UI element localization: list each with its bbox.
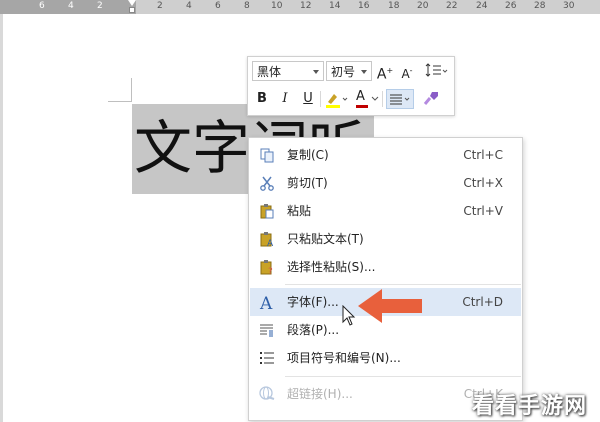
menu-item-label: 超链接(H)... [287,387,353,401]
ruler-number: 26 [505,1,517,11]
ruler-number: 14 [329,1,341,11]
site-watermark: 看看手游网 [472,394,588,419]
scissors-icon [260,176,274,191]
svg-text:?: ? [268,267,273,275]
menu-item-paste[interactable]: 粘贴 Ctrl+V [250,197,521,225]
ruler-number: 6 [39,1,45,11]
ruler-number: 6 [215,1,221,11]
ruler-number: 4 [186,1,192,11]
ruler-number: 2 [157,1,163,11]
menu-separator [285,284,521,285]
paste-text-icon: A [260,232,274,247]
grow-font-button[interactable]: A+ [376,61,394,83]
indent-marker[interactable] [128,0,136,14]
ruler-number: 28 [534,1,546,11]
menu-item-label: 选择性粘贴(S)... [287,260,376,274]
font-color-button[interactable]: A [354,87,380,108]
ruler-number: 18 [388,1,400,11]
format-painter-button[interactable] [420,89,444,109]
menu-item-paste-text-only[interactable]: A 只粘贴文本(T) [250,225,521,253]
menu-item-label: 复制(C) [287,148,329,162]
toolbar-divider [382,91,383,107]
ruler-number: 2 [97,1,103,11]
ruler-number: 10 [271,1,283,11]
shrink-font-label: A [401,67,410,81]
chevron-down-icon [313,70,319,74]
font-name-value: 黑体 [257,65,282,79]
ruler-number: 16 [358,1,370,11]
align-button[interactable] [386,89,414,109]
menu-item-label: 项目符号和编号(N)... [287,351,401,365]
margin-corner-mark [108,101,132,102]
italic-button[interactable]: I [276,89,294,109]
paste-icon [260,204,274,219]
ruler-number: 20 [417,1,429,11]
horizontal-ruler[interactable]: 6 4 2 2 4 6 8 10 12 14 16 18 20 22 24 26… [0,0,600,14]
ruler-number: 22 [446,1,458,11]
menu-item-label: 段落(P)... [287,323,340,337]
font-icon: A [259,294,273,310]
pointer-arrow-icon [358,289,422,323]
menu-item-label: 粘贴 [287,204,312,218]
font-size-value: 初号 [331,65,356,79]
format-painter-icon [423,92,438,105]
menu-item-copy[interactable]: 复制(C) Ctrl+C [250,141,521,169]
page-edge [0,14,3,422]
shrink-font-button[interactable]: A- [398,61,416,81]
menu-item-shortcut: Ctrl+C [463,148,503,162]
bold-button[interactable]: B [253,89,271,109]
svg-text:A: A [267,239,274,247]
menu-item-shortcut: Ctrl+X [463,176,503,190]
menu-item-cut[interactable]: 剪切(T) Ctrl+X [250,169,521,197]
menu-item-label: 剪切(T) [287,176,328,190]
chevron-down-icon [361,70,367,74]
context-menu: 复制(C) Ctrl+C 剪切(T) Ctrl+X 粘贴 Ctrl+V A 只粘… [248,137,523,421]
mouse-cursor-icon [342,305,356,326]
menu-separator [285,376,521,377]
margin-corner-mark [131,78,132,102]
line-spacing-icon [425,63,448,77]
mini-format-toolbar: 黑体 初号 A+ A- B I U A [247,56,455,116]
ruler-number: 4 [68,1,74,11]
ruler-number: 24 [476,1,488,11]
ruler-number: 30 [563,1,575,11]
underline-button[interactable]: U [299,89,317,109]
menu-item-bullets-numbering[interactable]: 项目符号和编号(N)... [250,344,521,372]
toolbar-divider [320,91,321,107]
line-spacing-button[interactable] [422,61,450,81]
bullets-icon [260,352,274,364]
align-justify-icon [390,94,410,105]
menu-item-shortcut: Ctrl+V [463,204,503,218]
svg-text:A: A [259,294,273,310]
font-name-dropdown[interactable]: 黑体 [252,61,324,81]
font-size-dropdown[interactable]: 初号 [326,61,372,81]
paste-special-icon: ? [260,260,273,275]
menu-item-label: 字体(F)... [287,295,339,309]
ruler-number: 8 [244,1,250,11]
ruler-number: 12 [300,1,312,11]
chevron-down-icon [371,96,379,101]
menu-item-label: 只粘贴文本(T) [287,232,364,246]
font-color-swatch [356,105,368,108]
highlighter-icon [326,94,348,108]
font-color-label: A [356,89,365,104]
grow-font-label: A [376,66,387,83]
highlight-color-button[interactable] [324,89,350,109]
menu-item-paste-special[interactable]: ? 选择性粘贴(S)... [250,253,521,281]
menu-item-shortcut: Ctrl+D [462,295,503,309]
hyperlink-icon [259,386,275,400]
paragraph-icon [260,324,273,337]
copy-icon [260,148,274,163]
